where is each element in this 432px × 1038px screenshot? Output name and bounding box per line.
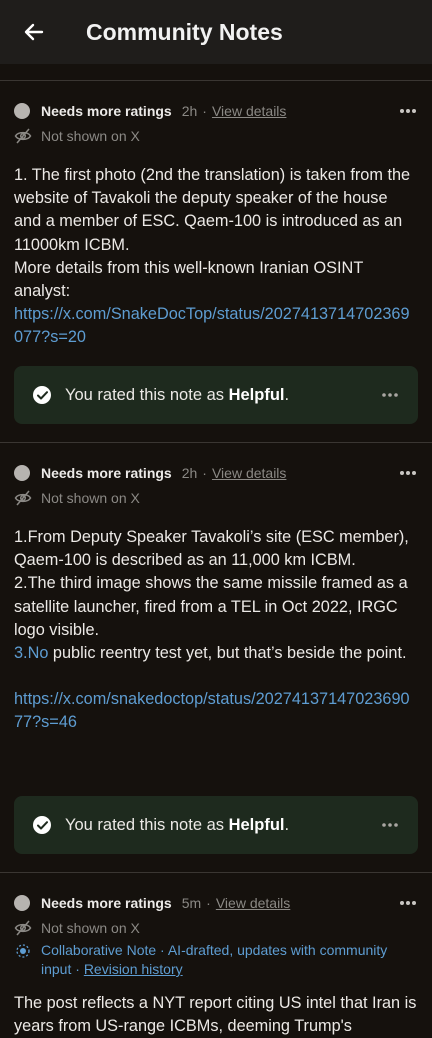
page-title: Community Notes <box>86 18 283 45</box>
status-label: Needs more ratings <box>41 895 172 911</box>
visibility-label: Not shown on X <box>41 128 140 144</box>
eye-off-icon <box>14 920 32 936</box>
status-label: Needs more ratings <box>41 465 172 481</box>
source-link[interactable]: https://x.com/SnakeDocTop/status/2027413… <box>14 303 418 349</box>
visibility-row: Not shown on X <box>14 126 140 146</box>
note-time: 5m <box>181 895 202 911</box>
ai-sparkle-icon <box>16 944 30 958</box>
more-horizontal-icon <box>400 109 416 113</box>
rating-text: You rated this note as Helpful. <box>65 815 290 834</box>
divider <box>0 442 432 443</box>
note-status-row: Needs more ratings 2h · View details <box>14 100 286 122</box>
more-horizontal-icon <box>400 471 416 475</box>
more-horizontal-icon <box>382 823 398 827</box>
divider <box>0 80 432 81</box>
view-details-link[interactable]: View details <box>216 895 290 911</box>
separator: · <box>202 465 207 481</box>
back-button[interactable] <box>14 12 54 52</box>
eye-off-icon <box>14 490 32 506</box>
status-dot-icon <box>14 895 30 911</box>
inline-link[interactable]: 3.No <box>14 644 48 662</box>
rating-text: You rated this note as Helpful. <box>65 385 290 404</box>
eye-off-icon <box>14 128 32 144</box>
note-more-button[interactable] <box>396 101 420 121</box>
top-app-bar: Community Notes <box>0 0 432 64</box>
visibility-row: Not shown on X <box>14 918 140 938</box>
revision-history-link[interactable]: Revision history <box>84 961 183 977</box>
status-label: Needs more ratings <box>41 103 172 119</box>
separator: · <box>202 103 207 119</box>
visibility-label: Not shown on X <box>41 920 140 936</box>
note-paragraph: The post reflects a NYT report citing US… <box>14 994 417 1036</box>
status-dot-icon <box>14 465 30 481</box>
rating-more-button[interactable] <box>380 385 400 405</box>
rating-banner: You rated this note as Helpful. <box>14 366 418 424</box>
check-circle-icon <box>33 816 51 834</box>
note-more-button[interactable] <box>396 893 420 913</box>
arrow-left-icon <box>24 23 44 41</box>
rating-more-button[interactable] <box>380 815 400 835</box>
more-horizontal-icon <box>382 393 398 397</box>
collaborative-note-row: Collaborative Note · AI-drafted, updates… <box>14 941 418 979</box>
note-paragraph: 2.The third image shows the same missile… <box>14 574 408 639</box>
visibility-row: Not shown on X <box>14 488 140 508</box>
more-horizontal-icon <box>400 901 416 905</box>
note-body: 1. The first photo (2nd the translation)… <box>14 164 418 350</box>
note-paragraph: 1.From Deputy Speaker Tavakoli’s site (E… <box>14 528 409 570</box>
note-time: 2h <box>181 465 198 481</box>
rating-value: Helpful <box>228 815 285 834</box>
note-body: 1.From Deputy Speaker Tavakoli’s site (E… <box>14 526 418 735</box>
note-paragraph: More details from this well-known Irania… <box>14 258 363 301</box>
note-status-row: Needs more ratings 2h · View details <box>14 462 286 484</box>
view-details-link[interactable]: View details <box>212 103 286 119</box>
note-status-row: Needs more ratings 5m · View details <box>14 892 290 914</box>
collaborative-note-text: Collaborative Note · AI-drafted, updates… <box>41 942 388 977</box>
note-paragraph: 1. The first photo (2nd the translation)… <box>14 166 411 254</box>
visibility-label: Not shown on X <box>41 490 140 506</box>
separator: · <box>206 895 211 911</box>
note-paragraph: 3.No public reentry test yet, but that’s… <box>14 644 407 663</box>
note-more-button[interactable] <box>396 463 420 483</box>
divider <box>0 872 432 873</box>
note-time: 2h <box>181 103 198 119</box>
rating-banner: You rated this note as Helpful. <box>14 796 418 854</box>
check-circle-icon <box>33 386 51 404</box>
source-link[interactable]: https://x.com/snakedoctop/status/2027413… <box>14 688 418 734</box>
view-details-link[interactable]: View details <box>212 465 286 481</box>
status-dot-icon <box>14 103 30 119</box>
note-body: The post reflects a NYT report citing US… <box>14 992 418 1038</box>
rating-value: Helpful <box>228 385 285 404</box>
